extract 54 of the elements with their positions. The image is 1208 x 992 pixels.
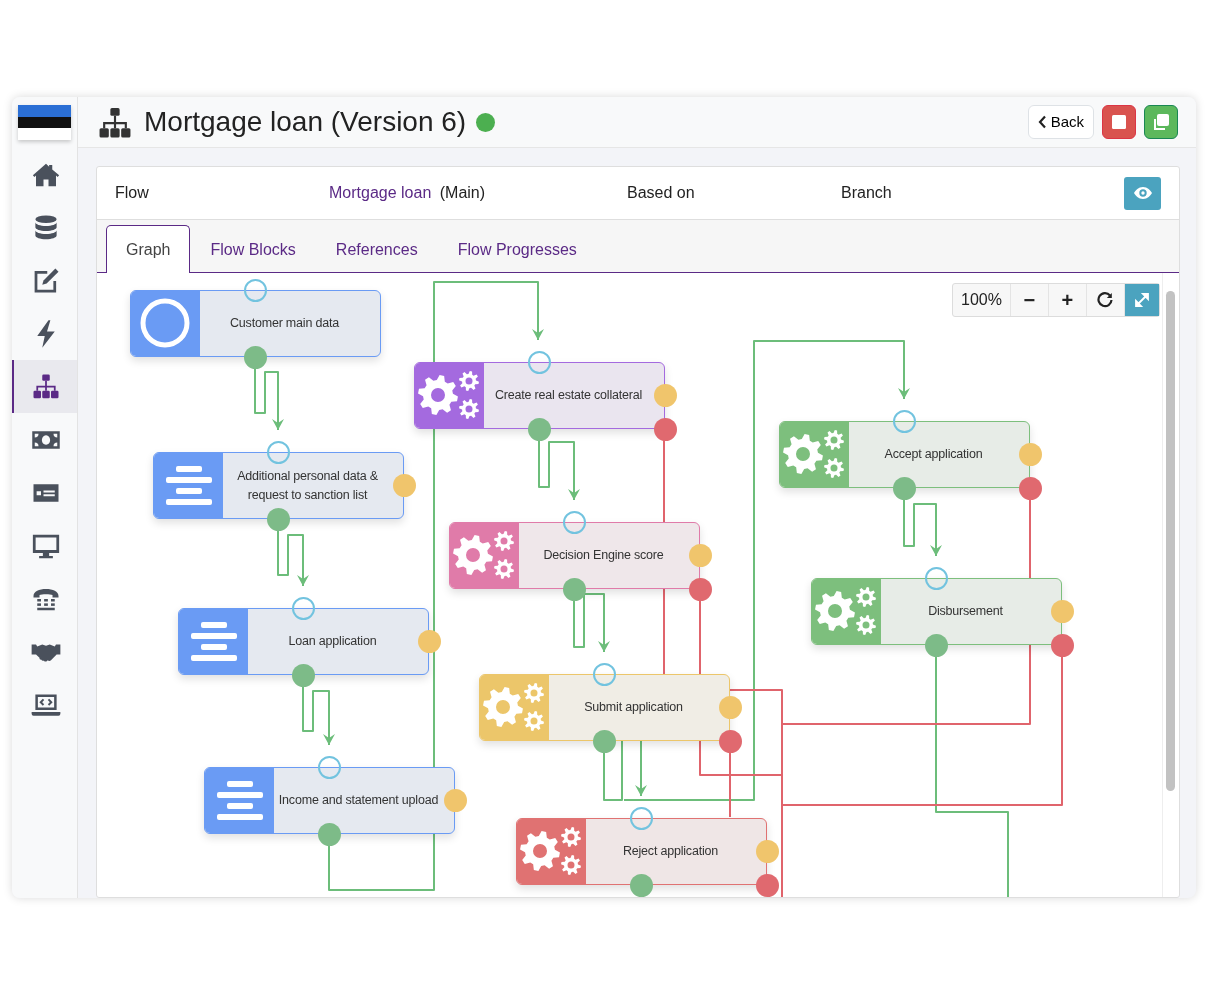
flow-node[interactable]: Additional personal data & request to sanction list xyxy=(153,452,404,519)
copy-button[interactable] xyxy=(1144,105,1178,139)
input-port[interactable] xyxy=(317,755,341,779)
sidebar-item[interactable] xyxy=(12,360,77,413)
field-label: Flow xyxy=(115,184,149,201)
node-label: Income and statement upload xyxy=(277,792,440,810)
node-label: Loan application xyxy=(287,633,378,651)
field-label: Branch xyxy=(841,184,892,201)
input-port[interactable] xyxy=(527,350,551,374)
flow-node[interactable]: Disbursement xyxy=(811,578,1062,645)
node-label: Create real estate collateral xyxy=(493,387,644,405)
branch-name: (Main) xyxy=(438,184,486,201)
flow-node[interactable]: Loan application xyxy=(178,608,429,675)
input-port[interactable] xyxy=(592,662,616,686)
flag-icon[interactable] xyxy=(18,105,71,140)
scrollbar[interactable] xyxy=(1166,291,1175,791)
zoom-level: 100% xyxy=(953,284,1011,316)
node-label: Disbursement xyxy=(927,603,1004,621)
eye-icon xyxy=(1133,187,1152,199)
input-port[interactable] xyxy=(291,596,315,620)
node-label: Decision Engine score xyxy=(542,547,665,565)
flow-node[interactable]: Accept application xyxy=(779,421,1030,488)
copy-icon xyxy=(1153,114,1169,130)
field-label: Based on xyxy=(627,184,695,201)
node-label: Accept application xyxy=(883,446,984,464)
square-icon xyxy=(1112,115,1126,129)
input-port[interactable] xyxy=(243,278,267,302)
input-port[interactable] xyxy=(266,440,290,464)
flow-link[interactable]: Mortgage loan xyxy=(329,184,432,201)
input-port[interactable] xyxy=(924,566,948,590)
tab[interactable]: Flow Progresses xyxy=(437,225,597,273)
flow-node[interactable]: Decision Engine score xyxy=(449,522,700,589)
chevron-left-icon xyxy=(1037,115,1047,129)
node-label: Reject application xyxy=(621,843,720,861)
flow-node[interactable]: Reject application xyxy=(516,818,767,885)
node-label: Additional personal data & request to sanction list xyxy=(236,467,379,504)
expand-icon xyxy=(1134,293,1149,307)
tab[interactable]: Flow Blocks xyxy=(190,225,316,273)
node-label: Customer main data xyxy=(229,315,340,333)
tab[interactable]: Graph xyxy=(106,225,191,273)
node-label: Submit application xyxy=(583,699,684,717)
flow-node[interactable]: Income and statement upload xyxy=(204,767,455,834)
stop-button[interactable] xyxy=(1102,105,1136,139)
page-title: Mortgage loan (Version 6) xyxy=(144,105,467,139)
flow-node[interactable]: Submit application xyxy=(479,674,730,741)
input-port[interactable] xyxy=(629,806,653,830)
view-button[interactable] xyxy=(1124,176,1161,210)
back-button[interactable]: Back xyxy=(1027,105,1094,139)
input-port[interactable] xyxy=(892,409,916,433)
refresh-icon xyxy=(1097,292,1114,308)
flow-node[interactable]: Customer main data xyxy=(130,290,381,357)
tab[interactable]: References xyxy=(315,225,438,273)
flow-node[interactable]: Create real estate collateral xyxy=(414,362,665,429)
input-port[interactable] xyxy=(562,510,586,534)
